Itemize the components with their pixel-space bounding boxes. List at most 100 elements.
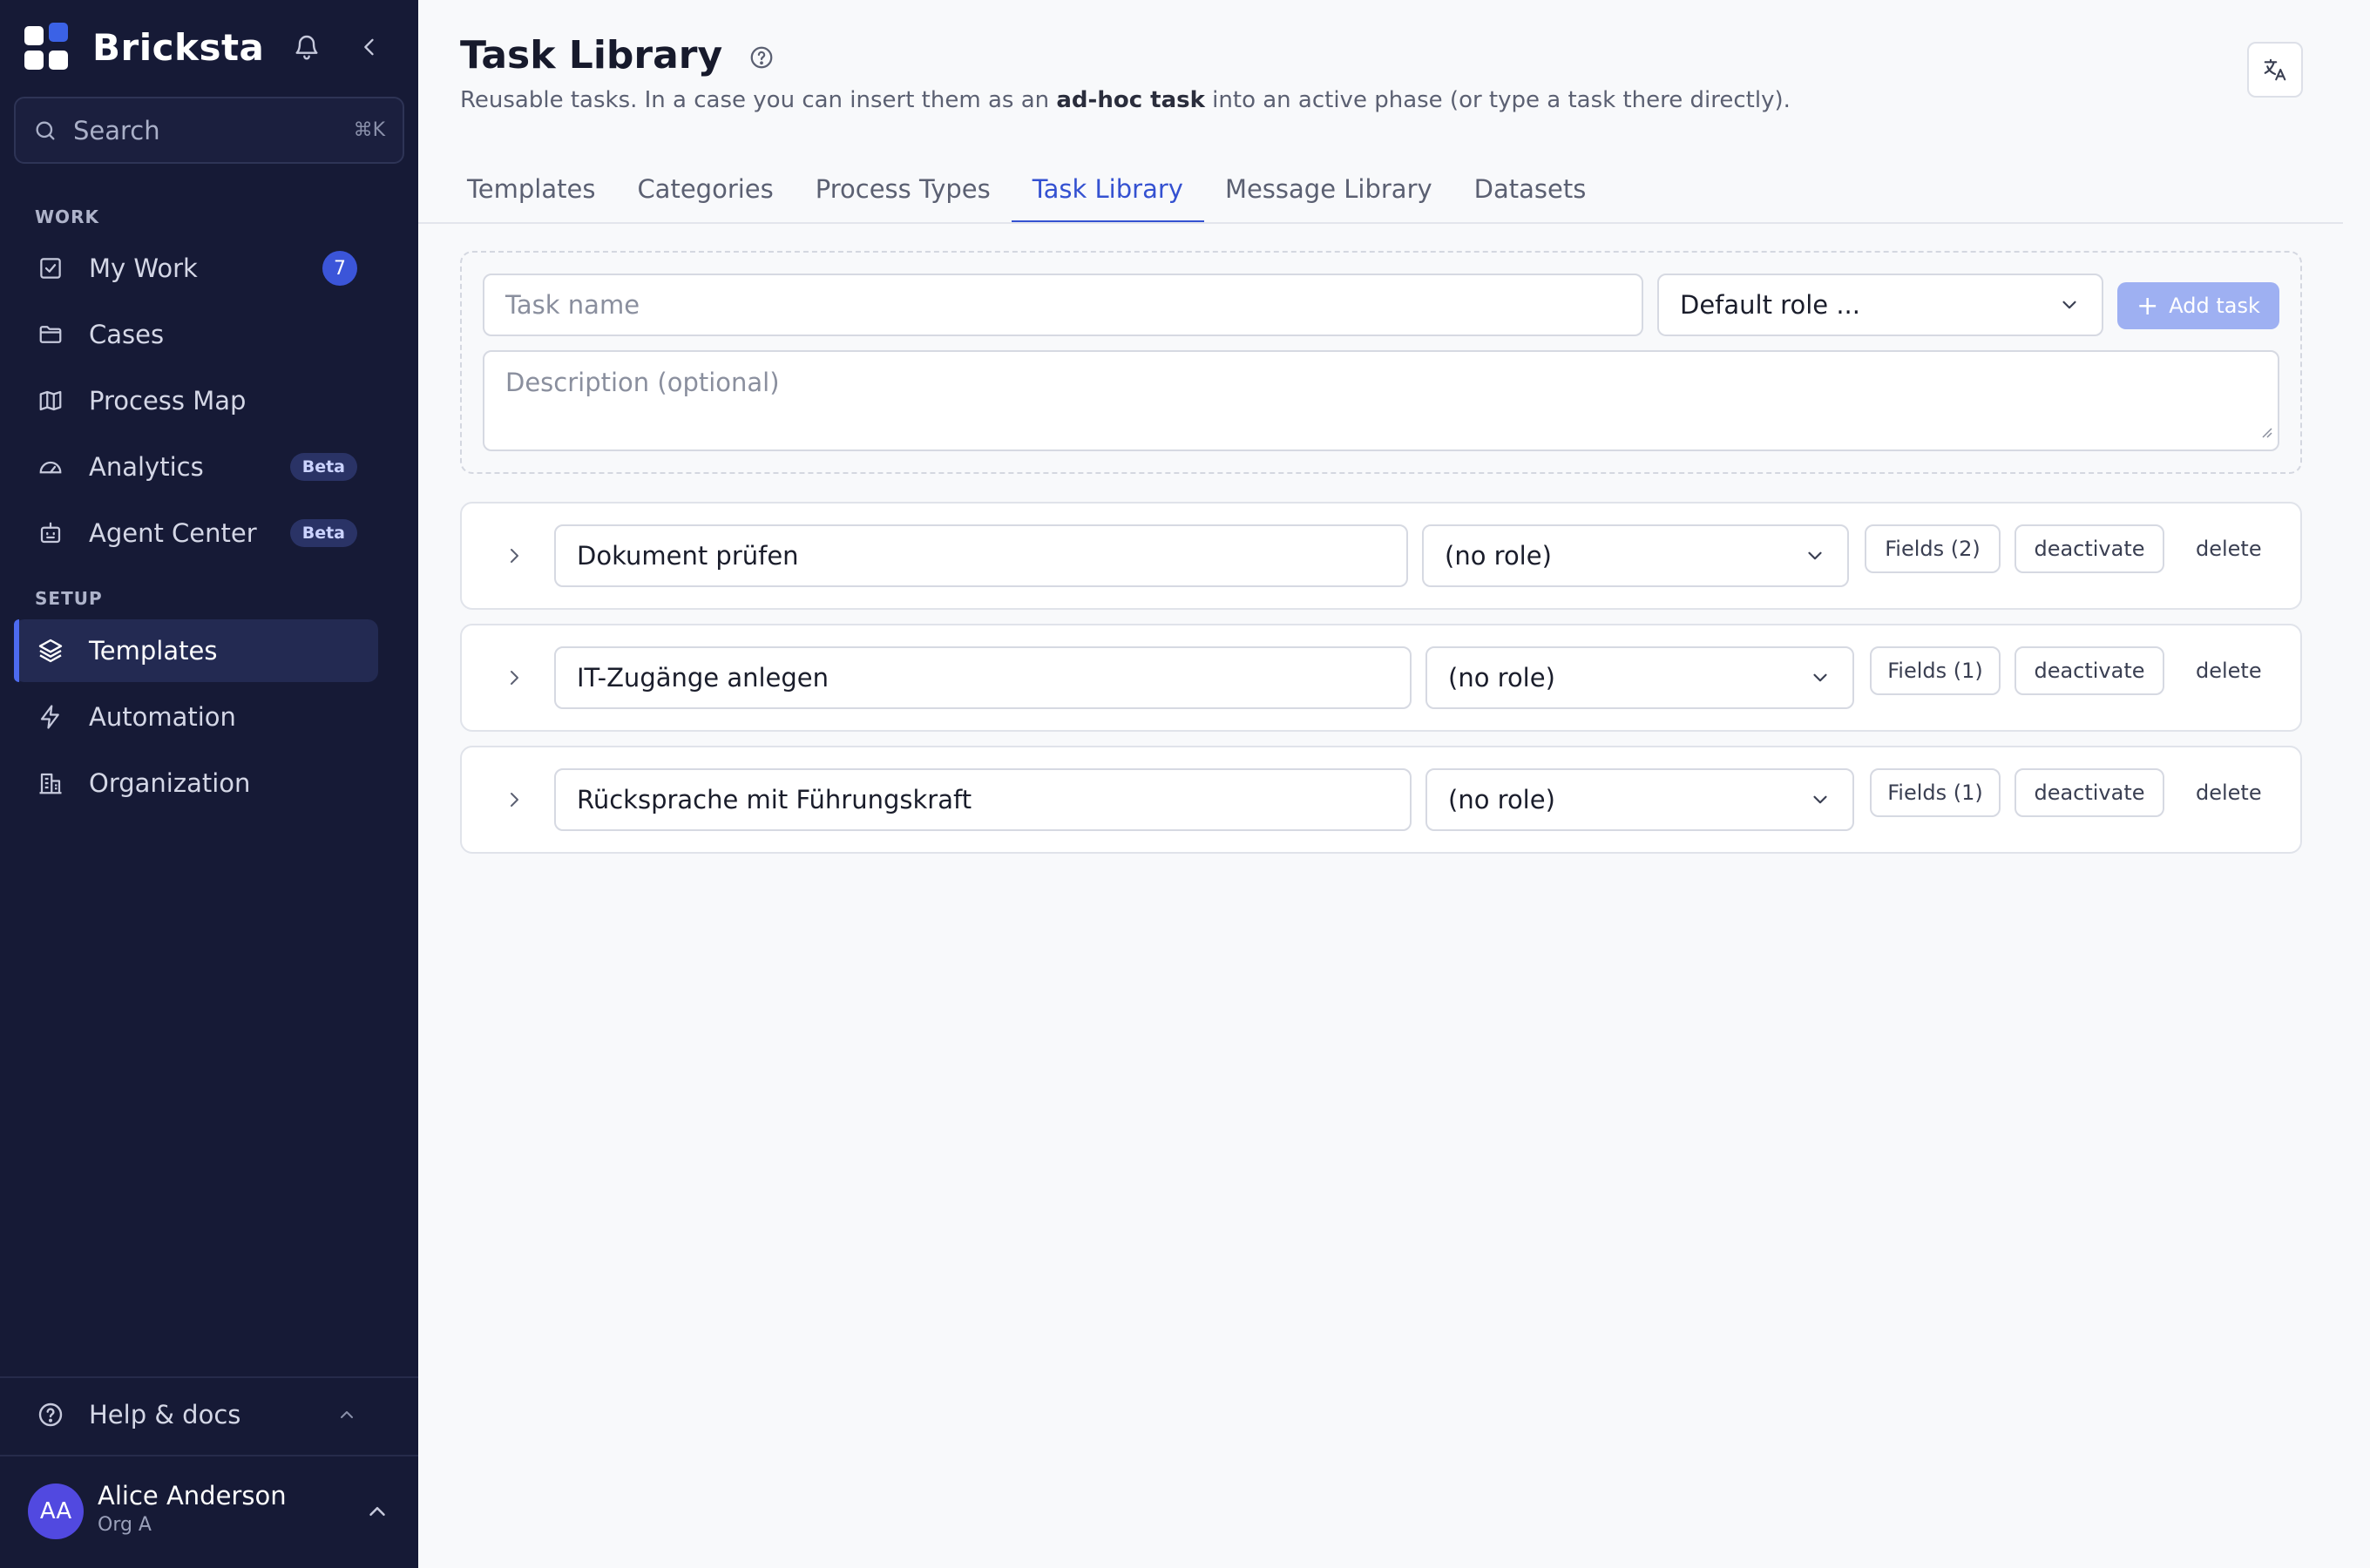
subtitle-text: into an active phase (or type a task the… bbox=[1204, 87, 1791, 113]
sidebar-item-label: Analytics bbox=[89, 452, 204, 482]
main-content: Task Library Reusable tasks. In a case y… bbox=[418, 0, 2370, 1568]
sidebar-item-organization[interactable]: Organization bbox=[14, 752, 378, 814]
add-task-label: Add task bbox=[2169, 294, 2260, 318]
page-subtitle: Reusable tasks. In a case you can insert… bbox=[460, 87, 1791, 113]
user-name: Alice Anderson bbox=[98, 1481, 287, 1511]
role-value: (no role) bbox=[1448, 663, 1555, 693]
resize-handle-icon[interactable] bbox=[2258, 415, 2272, 444]
tab-bar: Templates Categories Process Types Task … bbox=[446, 155, 1607, 223]
chevron-right-icon[interactable] bbox=[498, 660, 530, 695]
search-shortcut: ⌘K bbox=[353, 119, 385, 141]
bricksta-logo bbox=[24, 23, 70, 71]
tab-process-types[interactable]: Process Types bbox=[795, 155, 1012, 223]
sidebar-divider bbox=[0, 1455, 418, 1456]
sidebar-item-process-map[interactable]: Process Map bbox=[14, 369, 378, 432]
tab-message-library[interactable]: Message Library bbox=[1204, 155, 1453, 223]
task-name-field[interactable]: Dokument prüfen bbox=[554, 524, 1408, 587]
search-placeholder: Search bbox=[73, 115, 160, 145]
avatar[interactable]: AA bbox=[28, 1484, 84, 1539]
beta-badge: Beta bbox=[289, 453, 357, 481]
page-title-text: Task Library bbox=[460, 33, 723, 78]
deactivate-button[interactable]: deactivate bbox=[2014, 768, 2164, 817]
folder-icon bbox=[35, 319, 66, 350]
task-row: Dokument prüfen (no role) Fields (2) dea… bbox=[460, 502, 2302, 610]
translate-button[interactable] bbox=[2247, 42, 2303, 98]
sidebar-item-agent-center[interactable]: Agent Center Beta bbox=[14, 502, 378, 564]
role-value: (no role) bbox=[1445, 541, 1552, 571]
chevron-down-icon bbox=[1809, 666, 1832, 689]
chevron-left-icon[interactable] bbox=[352, 30, 387, 64]
sidebar-item-label: My Work bbox=[89, 253, 198, 283]
fields-button[interactable]: Fields (2) bbox=[1865, 524, 2001, 573]
plus-icon: + bbox=[2136, 290, 2159, 321]
tabs-divider bbox=[418, 222, 2343, 224]
map-icon bbox=[35, 385, 66, 416]
chevron-down-icon bbox=[1809, 788, 1832, 811]
fields-button[interactable]: Fields (1) bbox=[1870, 646, 2001, 695]
role-select[interactable]: (no role) bbox=[1422, 524, 1849, 587]
description-placeholder: Description (optional) bbox=[505, 368, 780, 397]
layers-icon bbox=[35, 635, 66, 666]
brand[interactable]: Bricksta bbox=[24, 23, 264, 71]
app-name: Bricksta bbox=[92, 25, 265, 69]
tab-categories[interactable]: Categories bbox=[616, 155, 794, 223]
delete-button[interactable]: delete bbox=[2196, 768, 2262, 817]
default-role-select[interactable]: Default role ... bbox=[1657, 274, 2103, 336]
sidebar-item-automation[interactable]: Automation bbox=[14, 686, 378, 748]
deactivate-button[interactable]: deactivate bbox=[2014, 524, 2164, 573]
translate-icon bbox=[2262, 57, 2288, 83]
default-role-placeholder: Default role ... bbox=[1680, 290, 1860, 320]
bell-icon[interactable] bbox=[289, 30, 324, 64]
building-icon bbox=[35, 767, 66, 799]
sidebar-divider bbox=[0, 1376, 418, 1378]
count-badge: 7 bbox=[322, 251, 357, 286]
new-task-form: Task name Default role ... + Add task De… bbox=[460, 251, 2302, 474]
sidebar-item-analytics[interactable]: Analytics Beta bbox=[14, 436, 378, 498]
sidebar-item-label: Cases bbox=[89, 320, 165, 349]
add-task-button[interactable]: + Add task bbox=[2117, 282, 2279, 329]
user-org: Org A bbox=[98, 1514, 152, 1536]
beta-badge: Beta bbox=[289, 519, 357, 547]
task-row: IT-Zugänge anlegen (no role) Fields (1) … bbox=[460, 624, 2302, 732]
deactivate-button[interactable]: deactivate bbox=[2014, 646, 2164, 695]
robot-icon bbox=[35, 517, 66, 549]
sidebar-item-cases[interactable]: Cases bbox=[14, 303, 378, 366]
help-circle-icon[interactable] bbox=[748, 44, 775, 71]
role-value: (no role) bbox=[1448, 785, 1555, 814]
sidebar-item-my-work[interactable]: My Work 7 bbox=[14, 237, 378, 300]
page-title: Task Library bbox=[460, 33, 775, 78]
subtitle-text: Reusable tasks. In a case you can insert… bbox=[460, 87, 1057, 113]
lightning-icon bbox=[35, 701, 66, 733]
sidebar: Bricksta Search ⌘K WORK My Work 7 Cases … bbox=[0, 0, 418, 1568]
search-icon bbox=[33, 118, 58, 143]
task-name-placeholder: Task name bbox=[505, 290, 640, 320]
task-name-field[interactable]: IT-Zugänge anlegen bbox=[554, 646, 1412, 709]
fields-button[interactable]: Fields (1) bbox=[1870, 768, 2001, 817]
sidebar-item-label: Templates bbox=[89, 636, 218, 666]
task-name-input[interactable]: Task name bbox=[483, 274, 1643, 336]
help-docs-button[interactable]: Help & docs bbox=[14, 1383, 378, 1446]
sidebar-item-templates[interactable]: Templates bbox=[14, 619, 378, 682]
tab-task-library[interactable]: Task Library bbox=[1011, 155, 1205, 223]
sidebar-item-label: Process Map bbox=[89, 386, 247, 416]
chevron-down-icon bbox=[1804, 544, 1826, 567]
delete-button[interactable]: delete bbox=[2196, 646, 2262, 695]
tab-templates[interactable]: Templates bbox=[446, 155, 616, 223]
role-select[interactable]: (no role) bbox=[1425, 646, 1854, 709]
role-select[interactable]: (no role) bbox=[1425, 768, 1854, 831]
task-name-field[interactable]: Rücksprache mit Führungskraft bbox=[554, 768, 1412, 831]
tab-datasets[interactable]: Datasets bbox=[1453, 155, 1608, 223]
chevron-up-icon bbox=[336, 1404, 357, 1425]
chevron-right-icon[interactable] bbox=[498, 782, 530, 817]
gauge-icon bbox=[35, 451, 66, 483]
delete-button[interactable]: delete bbox=[2196, 524, 2262, 573]
description-textarea[interactable]: Description (optional) bbox=[483, 350, 2279, 451]
chevron-down-icon bbox=[2058, 294, 2081, 316]
search-input[interactable]: Search ⌘K bbox=[14, 97, 404, 164]
subtitle-bold: ad-hoc task bbox=[1056, 87, 1205, 113]
help-circle-icon bbox=[35, 1399, 66, 1430]
help-docs-label: Help & docs bbox=[89, 1400, 241, 1429]
sidebar-item-label: Automation bbox=[89, 702, 236, 732]
user-menu-chevron-icon[interactable] bbox=[364, 1498, 390, 1524]
chevron-right-icon[interactable] bbox=[498, 538, 530, 573]
